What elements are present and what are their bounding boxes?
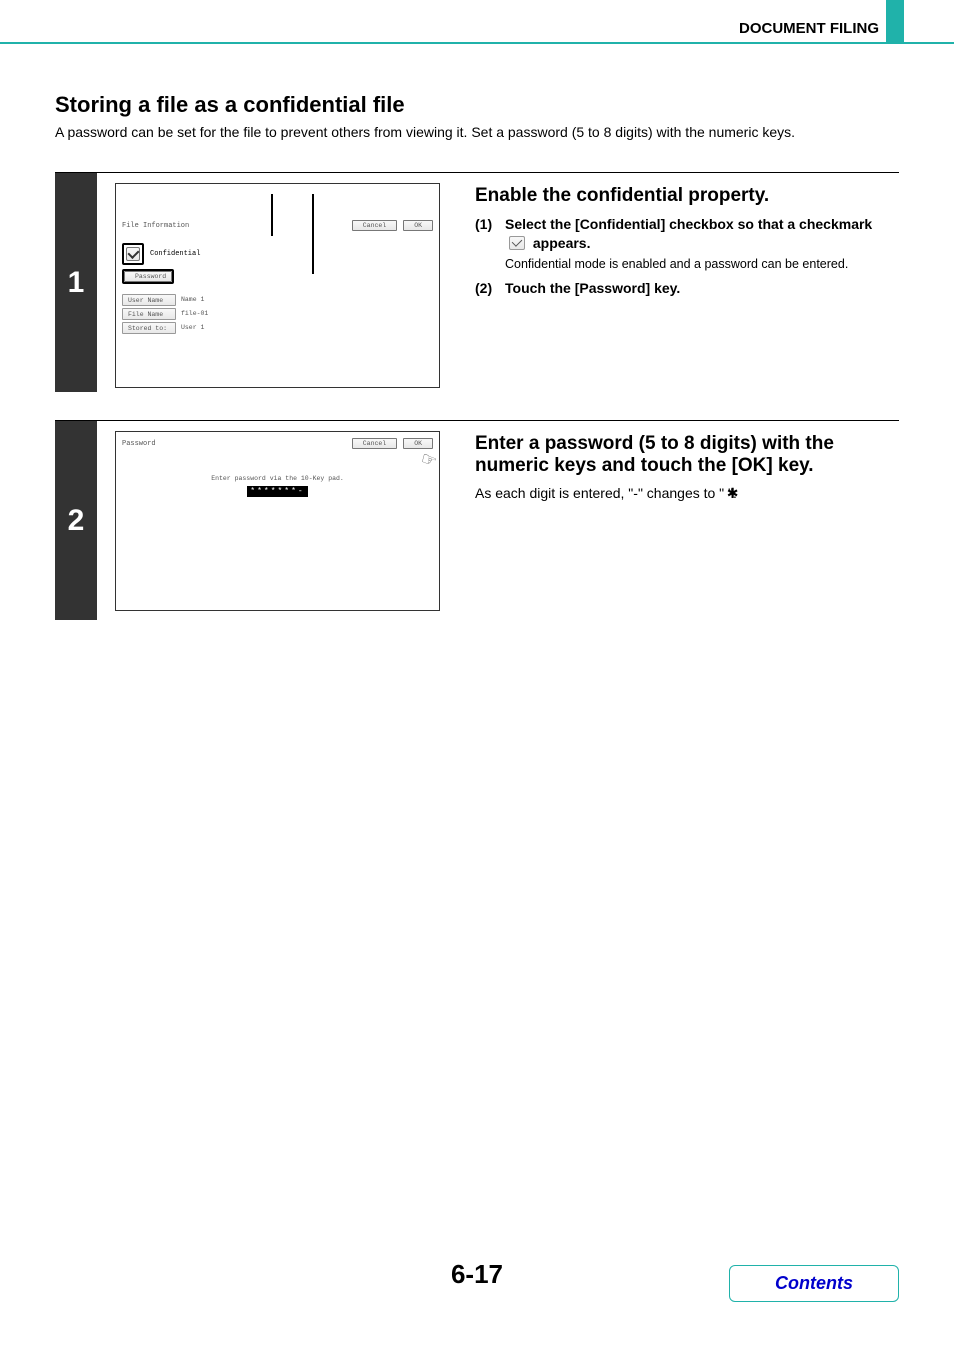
cancel-button[interactable]: Cancel [352, 438, 397, 449]
step2-instructions: Enter a password (5 to 8 digits) with th… [475, 433, 899, 502]
section-header: DOCUMENT FILING [739, 20, 879, 37]
step-2: 2 Password Cancel OK ☜ Enter password vi… [55, 420, 899, 620]
sub-1-title-a: Select the [Confidential] checkbox so th… [505, 216, 872, 232]
ok-button[interactable]: OK [403, 220, 433, 231]
username-value: Name 1 [176, 294, 230, 306]
step1-heading: Enable the confidential property. [475, 185, 899, 207]
contents-button[interactable]: Contents [729, 1265, 899, 1302]
callout-leader-2 [312, 194, 314, 274]
step-1: 1 (1) (2) File Information Cancel OK Con… [55, 172, 899, 392]
storedto-value: User 1 [176, 322, 230, 334]
sub-1-num: (1) [475, 215, 505, 273]
confidential-callout-box [122, 243, 144, 265]
page-title: Storing a file as a confidential file [55, 92, 405, 118]
step-number: 1 [55, 173, 97, 392]
storedto-label-btn[interactable]: Stored to: [122, 322, 176, 334]
sub-2-title: Touch the [Password] key. [505, 279, 899, 298]
step2-body: As each digit is entered, "-" changes to… [475, 485, 899, 502]
checkmark-icon [509, 236, 525, 250]
intro-paragraph: A password can be set for the file to pr… [55, 124, 899, 140]
password-button[interactable]: Password [124, 271, 172, 282]
header-accent-bar [886, 0, 904, 44]
sub-1-body: Confidential mode is enabled and a passw… [505, 256, 899, 273]
password-hint: Enter password via the 10-Key pad. [122, 475, 433, 482]
header-rule [0, 42, 954, 44]
username-label-btn[interactable]: User Name [122, 294, 176, 306]
step-number: 2 [55, 421, 97, 620]
filename-value: file-01 [176, 308, 230, 320]
password-callout-box: Password [122, 269, 174, 284]
cancel-button[interactable]: Cancel [352, 220, 397, 231]
ui-screenshot-password: Password Cancel OK ☜ Enter password via … [115, 431, 440, 611]
sub-1-title-b: appears. [529, 235, 590, 251]
callout-leader-1 [271, 194, 273, 236]
confidential-label: Confidential [150, 250, 200, 258]
sub-1-title: Select the [Confidential] checkbox so th… [505, 215, 899, 253]
step1-instructions: Enable the confidential property. (1) Se… [475, 185, 899, 304]
filename-label-btn[interactable]: File Name [122, 308, 176, 320]
touch-finger-icon: ☜ [418, 447, 439, 476]
step2-heading: Enter a password (5 to 8 digits) with th… [475, 433, 899, 477]
sub-2-num: (2) [475, 279, 505, 298]
step2-body-text: As each digit is entered, "-" changes to… [475, 485, 737, 501]
ui-title: File Information [122, 222, 189, 230]
confidential-checkbox[interactable] [126, 247, 140, 261]
password-masked-field[interactable]: *******- [247, 486, 307, 497]
ui-screenshot-file-info: File Information Cancel OK Confidential … [115, 183, 440, 388]
asterisk-icon: ✱ [727, 485, 739, 501]
ui-title: Password [122, 440, 156, 448]
